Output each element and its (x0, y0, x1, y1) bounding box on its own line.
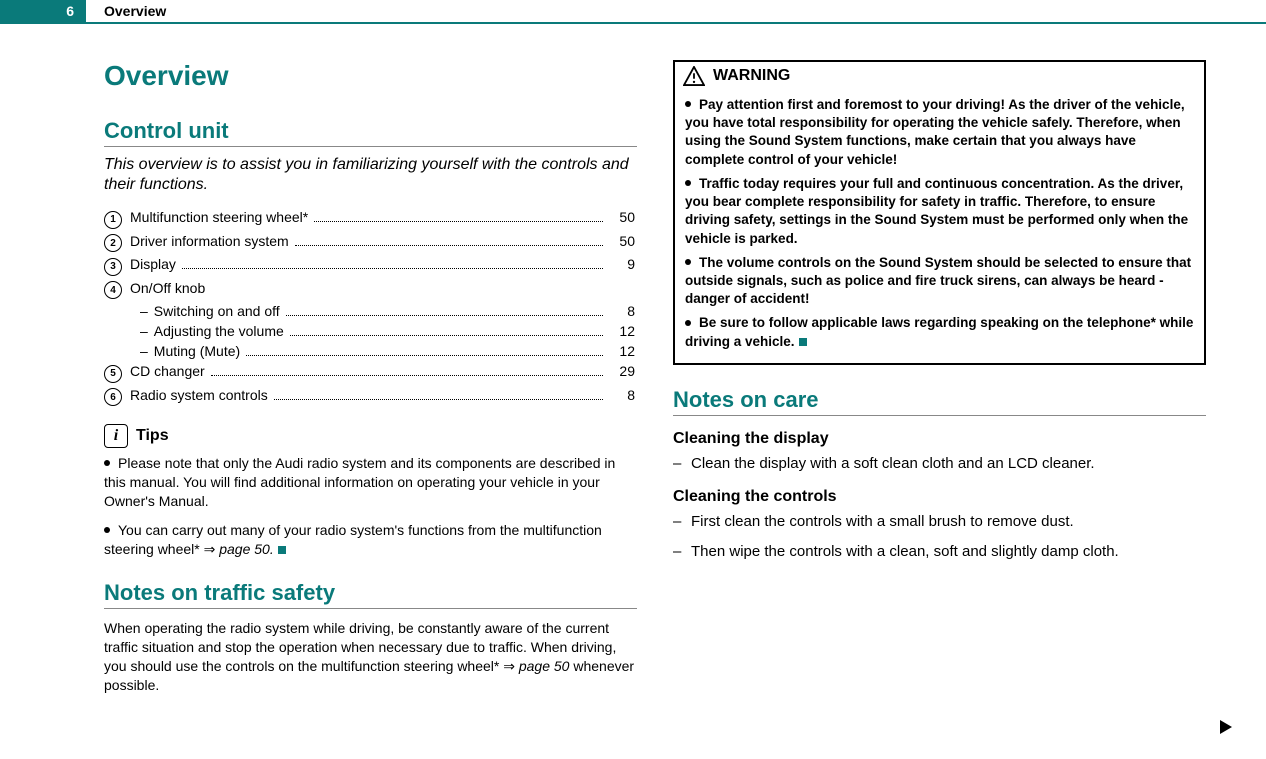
list-item: – Clean the display with a soft clean cl… (673, 454, 1206, 474)
toc-page: 8 (609, 387, 637, 403)
warning-text: Be sure to follow applicable laws regard… (685, 315, 1193, 348)
traffic-safety-para: When operating the radio system while dr… (104, 619, 637, 695)
toc-label: Display (130, 256, 176, 272)
toc-dots (290, 335, 603, 336)
dash-icon: – (140, 343, 148, 359)
dash-icon: – (673, 454, 691, 474)
toc-number-icon: 5 (104, 365, 122, 383)
warning-body: Pay attention first and foremost to your… (675, 96, 1204, 363)
warning-bullet: Be sure to follow applicable laws regard… (685, 314, 1194, 350)
dash-icon: – (673, 512, 691, 532)
toc-number-icon: 3 (104, 258, 122, 276)
warning-triangle-icon (683, 66, 705, 86)
toc-dots (211, 375, 603, 376)
warning-bullet: Traffic today requires your full and con… (685, 175, 1194, 248)
toc-page: 29 (609, 363, 637, 379)
warning-text: Pay attention first and foremost to your… (685, 97, 1185, 167)
toc-number-icon: 4 (104, 281, 122, 299)
toc-label: Adjusting the volume (154, 323, 284, 339)
warning-bullet: Pay attention first and foremost to your… (685, 96, 1194, 169)
toc-dots (286, 315, 603, 316)
tips-bullet: You can carry out many of your radio sys… (104, 521, 637, 559)
toc-label: Multifunction steering wheel* (130, 209, 308, 225)
toc-row: 5 CD changer 29 (104, 363, 637, 383)
bullet-icon (104, 460, 110, 466)
warning-box: WARNING Pay attention first and foremost… (673, 60, 1206, 365)
toc-dots (295, 245, 603, 246)
list-item: – Then wipe the controls with a clean, s… (673, 542, 1206, 562)
page-title: Overview (104, 60, 637, 92)
toc-label: CD changer (130, 363, 205, 379)
toc-page: 9 (609, 256, 637, 272)
toc-subrow: – Adjusting the volume 12 (104, 323, 637, 339)
continue-arrow-icon (1220, 720, 1232, 737)
page-ref: page 50. (219, 541, 274, 557)
toc-page: 50 (609, 209, 637, 225)
end-square-icon (278, 546, 286, 554)
toc-label: Muting (Mute) (154, 343, 240, 359)
toc-subrow: – Muting (Mute) 12 (104, 343, 637, 359)
tips-heading: i Tips (104, 424, 637, 448)
section-control-unit: Control unit (104, 118, 637, 147)
toc-row: 4 On/Off knob (104, 280, 637, 300)
toc-dots (274, 399, 603, 400)
toc-dots (314, 221, 603, 222)
toc-page: 8 (609, 303, 637, 319)
info-icon: i (104, 424, 128, 448)
toc-label: Radio system controls (130, 387, 268, 403)
toc-row: 6 Radio system controls 8 (104, 387, 637, 407)
dash-icon: – (140, 323, 148, 339)
toc-page: 50 (609, 233, 637, 249)
warning-bullet: The volume controls on the Sound System … (685, 254, 1194, 309)
bullet-icon (685, 101, 691, 107)
bullet-icon (685, 320, 691, 326)
bullet-icon (685, 180, 691, 186)
dash-icon: – (673, 542, 691, 562)
toc-number-icon: 1 (104, 211, 122, 229)
page-number: 6 (0, 0, 86, 22)
warning-text: The volume controls on the Sound System … (685, 255, 1191, 306)
toc-row: 3 Display 9 (104, 256, 637, 276)
tips-label: Tips (136, 427, 169, 445)
section-traffic-safety: Notes on traffic safety (104, 580, 637, 609)
toc-row: 2 Driver information system 50 (104, 233, 637, 253)
header-title: Overview (86, 0, 166, 22)
tips-bullet: Please note that only the Audi radio sys… (104, 454, 637, 511)
toc-label: On/Off knob (130, 280, 205, 296)
tips-text: Please note that only the Audi radio sys… (104, 455, 615, 509)
subsection-cleaning-controls: Cleaning the controls (673, 488, 1206, 506)
dash-icon: – (140, 303, 148, 319)
subsection-cleaning-display: Cleaning the display (673, 430, 1206, 448)
toc-dots (246, 355, 603, 356)
warning-header: WARNING (675, 62, 1204, 90)
toc-page: 12 (609, 343, 637, 359)
list-text: Then wipe the controls with a clean, sof… (691, 542, 1206, 562)
page-header: 6 Overview (0, 0, 1266, 24)
page-ref: page 50 (519, 658, 570, 674)
list-item: – First clean the controls with a small … (673, 512, 1206, 532)
toc-page: 12 (609, 323, 637, 339)
left-column: Overview Control unit This overview is t… (104, 60, 637, 705)
right-column: WARNING Pay attention first and foremost… (673, 60, 1206, 705)
toc-subrow: – Switching on and off 8 (104, 303, 637, 319)
toc-label: Switching on and off (154, 303, 280, 319)
warning-title: WARNING (713, 67, 790, 85)
toc-dots (182, 268, 603, 269)
control-unit-intro: This overview is to assist you in famili… (104, 155, 637, 195)
toc-number-icon: 2 (104, 234, 122, 252)
end-square-icon (799, 338, 807, 346)
list-text: Clean the display with a soft clean clot… (691, 454, 1206, 474)
section-notes-on-care: Notes on care (673, 387, 1206, 416)
toc-label: Driver information system (130, 233, 289, 249)
bullet-icon (104, 527, 110, 533)
list-text: First clean the controls with a small br… (691, 512, 1206, 532)
tips-text: You can carry out many of your radio sys… (104, 522, 602, 557)
warning-text: Traffic today requires your full and con… (685, 176, 1188, 246)
toc-number-icon: 6 (104, 388, 122, 406)
bullet-icon (685, 259, 691, 265)
toc-row: 1 Multifunction steering wheel* 50 (104, 209, 637, 229)
